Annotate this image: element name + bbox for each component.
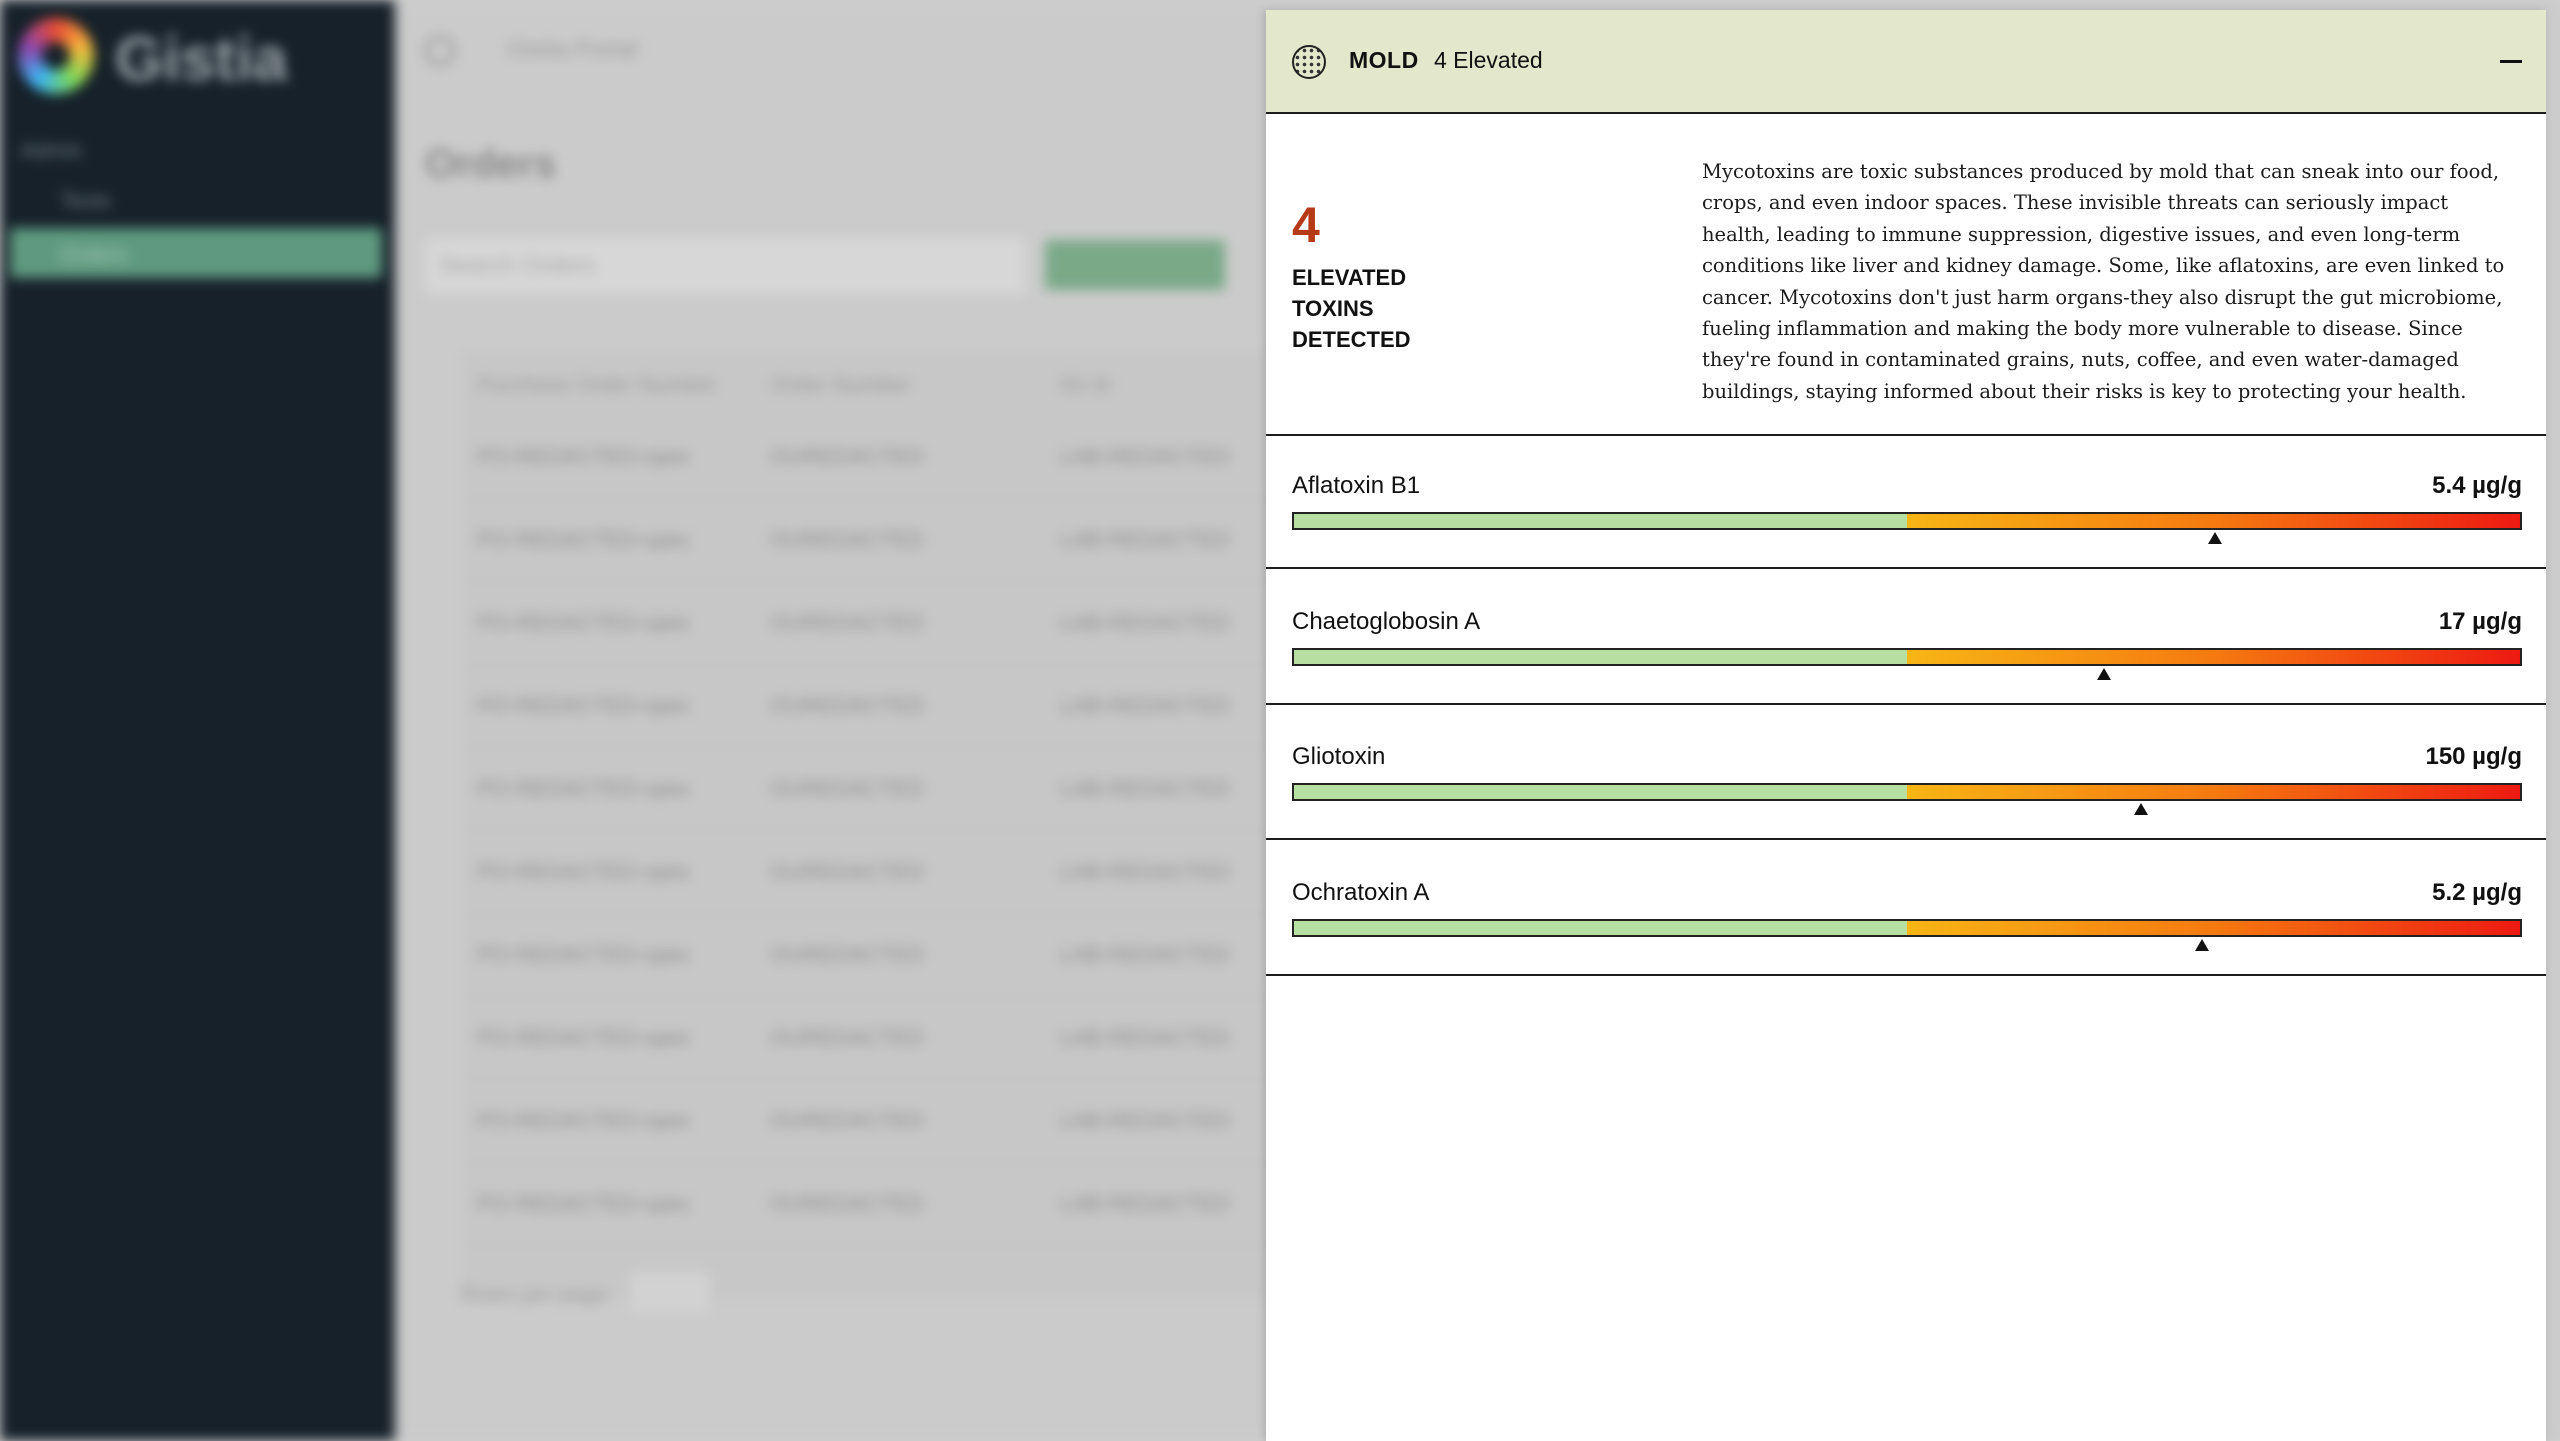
sidebar-item-admin[interactable]: Admin: [20, 138, 82, 164]
column-header-kit[interactable]: Kit Id: [1060, 372, 1110, 398]
page-title: Orders: [425, 142, 557, 186]
table-cell: PO-REDACTED-spec: [477, 1108, 691, 1133]
table-cell: PO-REDACTED-spec: [477, 444, 691, 469]
table-cell: PO-REDACTED-spec: [477, 1191, 691, 1216]
elevated-count: 4: [1292, 197, 1320, 253]
table-cell: PO-REDACTED-spec: [477, 776, 691, 801]
table-cell: OUREDACTED: [770, 527, 925, 552]
table-cell: OUREDACTED: [770, 1108, 925, 1133]
gauge-marker-icon: [2207, 532, 2222, 544]
table-cell: LAB-REDACTED: [1060, 610, 1230, 635]
toxin-gauge-bar: [1292, 783, 2522, 801]
brand-logo-icon: [18, 18, 94, 94]
toxin-value: 5.2 µg/g: [2432, 878, 2522, 906]
table-cell: LAB-REDACTED: [1060, 527, 1230, 552]
table-cell: LAB-REDACTED: [1060, 444, 1230, 469]
mold-detail-panel: MOLD 4 Elevated 4 ELEVATED TOXINS DETECT…: [1266, 10, 2546, 1441]
toxin-gauge-bar: [1292, 647, 2522, 666]
toxin-row: Aflatoxin B1 5.4 µg/g: [1266, 434, 2546, 569]
sidebar-item-orders[interactable]: Orders: [60, 242, 127, 268]
toxin-row: Chaetoglobosin A 17 µg/g: [1266, 570, 2546, 705]
table-cell: PO-REDACTED-spec: [477, 942, 691, 967]
table-cell: OUREDACTED: [770, 859, 925, 884]
collapse-icon[interactable]: [2500, 60, 2522, 63]
toxin-name: Ochratoxin A: [1292, 878, 1430, 906]
breadcrumb[interactable]: Gistia Portal: [507, 36, 638, 64]
table-cell: LAB-REDACTED: [1060, 776, 1230, 801]
search-input[interactable]: Search Orders: [425, 238, 1025, 294]
back-icon[interactable]: [425, 36, 455, 66]
table-cell: LAB-REDACTED: [1060, 1108, 1230, 1133]
table-cell: LAB-REDACTED: [1060, 1191, 1230, 1216]
table-cell: OUREDACTED: [770, 444, 925, 469]
brand-name: Gistia: [115, 25, 288, 94]
toxin-value: 17 µg/g: [2438, 607, 2522, 635]
toxin-value: 5.4 µg/g: [2432, 472, 2522, 499]
table-cell: OUREDACTED: [770, 693, 925, 718]
table-cell: OUREDACTED: [770, 776, 925, 801]
elevated-count-badge: 4 Elevated: [1434, 47, 1543, 73]
summary-section: 4 ELEVATED TOXINS DETECTED Mycotoxins ar…: [1266, 114, 2546, 436]
table-cell: PO-REDACTED-spec: [477, 610, 691, 635]
table-cell: OUREDACTED: [770, 942, 925, 967]
table-cell: PO-REDACTED-spec: [477, 1025, 691, 1050]
toxin-name: Chaetoglobosin A: [1292, 607, 1481, 635]
table-cell: LAB-REDACTED: [1060, 942, 1230, 967]
sidebar-item-tests[interactable]: Tests: [60, 188, 111, 214]
toxin-value: 150 µg/g: [2425, 743, 2522, 770]
table-cell: LAB-REDACTED: [1060, 693, 1230, 718]
panel-header[interactable]: MOLD 4 Elevated: [1266, 10, 2546, 114]
column-header-order[interactable]: Order Number: [770, 372, 911, 398]
table-cell: LAB-REDACTED: [1060, 1025, 1230, 1050]
table-cell: PO-REDACTED-spec: [477, 693, 691, 718]
gauge-marker-icon: [2195, 938, 2210, 951]
sidebar: Gistia Admin Tests Orders: [0, 0, 395, 1441]
table-cell: LAB-REDACTED: [1060, 859, 1230, 884]
toxin-name: Gliotoxin: [1292, 743, 1386, 770]
toxin-row: Ochratoxin A 5.2 µg/g: [1266, 841, 2546, 976]
table-cell: PO-REDACTED-spec: [477, 527, 691, 552]
rows-per-page-select[interactable]: [630, 1272, 710, 1312]
toxin-name: Aflatoxin B1: [1292, 472, 1421, 499]
toxin-gauge-bar: [1292, 918, 2522, 937]
table-cell: OUREDACTED: [770, 1191, 925, 1216]
elevated-label: ELEVATED TOXINS DETECTED: [1292, 265, 1411, 352]
column-header-po[interactable]: Purchase Order Number: [477, 372, 717, 398]
table-cell: OUREDACTED: [770, 1025, 925, 1050]
category-title: MOLD: [1349, 47, 1419, 73]
mold-icon: [1292, 45, 1326, 79]
gauge-marker-icon: [2096, 667, 2111, 680]
table-cell: OUREDACTED: [770, 610, 925, 635]
table-cell: PO-REDACTED-spec: [477, 859, 691, 884]
mycotoxin-description: Mycotoxins are toxic substances produced…: [1702, 160, 2505, 403]
show-filters-button[interactable]: [1045, 240, 1225, 290]
toxin-row: Gliotoxin 150 µg/g: [1266, 705, 2546, 840]
rows-per-page-label: Rows per page: [460, 1282, 608, 1307]
gauge-marker-icon: [2133, 803, 2148, 815]
toxin-gauge-bar: [1292, 512, 2522, 530]
